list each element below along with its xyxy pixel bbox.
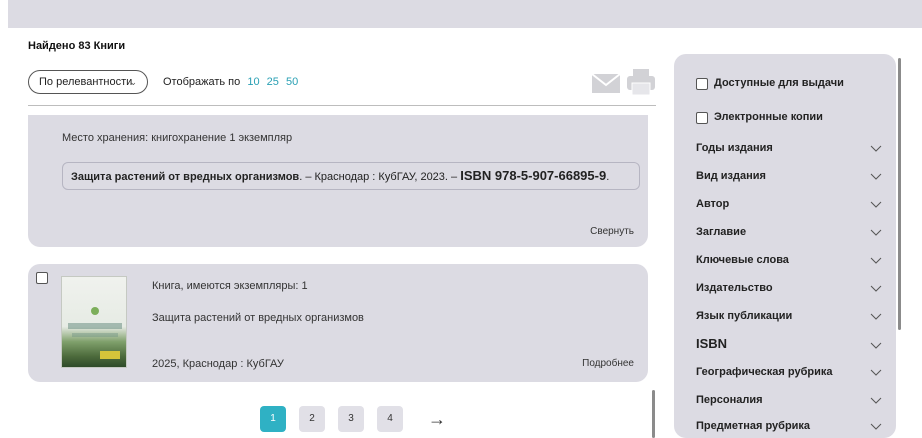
filter-group-label: Автор bbox=[696, 198, 730, 210]
filter-group-persona[interactable]: Персоналия bbox=[696, 394, 882, 412]
filter-group-label: Предметная рубрика bbox=[696, 420, 811, 432]
filters-panel: Доступные для выдачи Электронные копии Г… bbox=[674, 54, 896, 438]
filter-electronic-label: Электронные копии bbox=[714, 111, 823, 123]
filter-group-label: Язык публикации bbox=[696, 310, 793, 322]
filter-group-label: Географическая рубрика bbox=[696, 366, 833, 378]
chevron-down-icon bbox=[870, 285, 882, 292]
select-checkbox[interactable] bbox=[36, 272, 48, 284]
details-link[interactable]: Подробнее bbox=[582, 358, 634, 369]
filter-group-keywords[interactable]: Ключевые слова bbox=[696, 254, 882, 272]
result-card: Книга, имеются экземпляры: 1 Защита раст… bbox=[28, 264, 648, 382]
per-page-option-10[interactable]: 10 bbox=[247, 76, 259, 88]
cover-badge bbox=[100, 351, 120, 359]
sort-select-value: По релевантности bbox=[39, 76, 133, 88]
page-button-3[interactable]: 3 bbox=[338, 406, 364, 432]
filter-group-isbn[interactable]: ISBN bbox=[696, 336, 882, 354]
filters-scrollbar[interactable] bbox=[898, 58, 901, 330]
book-title[interactable]: Защита растений от вредных организмов bbox=[152, 312, 364, 324]
page-button-2[interactable]: 2 bbox=[299, 406, 325, 432]
chevron-down-icon bbox=[870, 369, 882, 376]
filter-group-label: Ключевые слова bbox=[696, 254, 789, 266]
filter-available-checkbox[interactable] bbox=[696, 78, 708, 90]
collapse-link[interactable]: Свернуть bbox=[590, 226, 634, 237]
per-page-option-50[interactable]: 50 bbox=[286, 76, 298, 88]
cover-subtitle-block bbox=[72, 333, 118, 337]
per-page-label: Отображать по bbox=[163, 76, 241, 88]
page-button-4[interactable]: 4 bbox=[377, 406, 403, 432]
filter-group-publisher[interactable]: Издательство bbox=[696, 282, 882, 300]
top-bar bbox=[8, 0, 922, 28]
filter-group-author[interactable]: Автор bbox=[696, 198, 882, 216]
expanded-result-card: Место хранения: книгохранение 1 экземпля… bbox=[28, 115, 648, 247]
chevron-down-icon bbox=[870, 229, 882, 236]
cover-logo bbox=[91, 307, 99, 315]
chevron-down-icon bbox=[870, 423, 882, 430]
citation-end: . bbox=[606, 171, 610, 183]
chevron-down-icon: ⌄ bbox=[129, 77, 137, 87]
filter-group-label: Издательство bbox=[696, 282, 773, 294]
citation-title: Защита растений от вредных организмов bbox=[71, 171, 300, 183]
filter-group-label: ISBN bbox=[696, 336, 728, 351]
print-icon[interactable] bbox=[626, 68, 656, 96]
filter-group-subject[interactable]: Предметная рубрика bbox=[696, 420, 882, 438]
chevron-down-icon bbox=[870, 257, 882, 264]
citation-isbn: ISBN 978-5-907-66895-9 bbox=[460, 168, 607, 183]
storage-info: Место хранения: книгохранение 1 экземпля… bbox=[62, 132, 293, 144]
results-count: Найдено 83 Книги bbox=[28, 40, 126, 52]
filter-group-title[interactable]: Заглавие bbox=[696, 226, 882, 244]
chevron-down-icon bbox=[870, 342, 882, 349]
book-kind: Книга, имеются экземпляры: 1 bbox=[152, 280, 308, 292]
filter-available-label: Доступные для выдачи bbox=[714, 77, 844, 89]
filter-group-label: Годы издания bbox=[696, 142, 773, 154]
per-page-option-25[interactable]: 25 bbox=[267, 76, 279, 88]
results-scrollbar[interactable] bbox=[652, 390, 655, 438]
filter-group-years[interactable]: Годы издания bbox=[696, 142, 882, 160]
chevron-down-icon bbox=[870, 397, 882, 404]
chevron-down-icon bbox=[870, 313, 882, 320]
filter-group-language[interactable]: Язык публикации bbox=[696, 310, 882, 328]
book-publication: 2025, Краснодар : КубГАУ bbox=[152, 358, 284, 370]
per-page-control: Отображать по 10 25 50 bbox=[163, 76, 298, 88]
page-button-1[interactable]: 1 bbox=[260, 406, 286, 432]
chevron-down-icon bbox=[870, 145, 882, 152]
chevron-down-icon bbox=[870, 173, 882, 180]
filter-group-label: Заглавие bbox=[696, 226, 747, 238]
toolbar-divider bbox=[28, 105, 656, 106]
cover-title-block bbox=[68, 323, 122, 329]
filter-group-label: Персоналия bbox=[696, 394, 763, 406]
citation-box: Защита растений от вредных организмов. –… bbox=[62, 162, 640, 190]
citation-details: . – Краснодар : КубГАУ, 2023. – bbox=[299, 171, 461, 183]
mail-icon[interactable] bbox=[591, 70, 621, 96]
filter-group-geography[interactable]: Географическая рубрика bbox=[696, 366, 882, 384]
filter-group-type[interactable]: Вид издания bbox=[696, 170, 882, 188]
book-cover-image[interactable] bbox=[61, 276, 127, 368]
sort-select[interactable]: По релевантности ⌄ bbox=[28, 70, 148, 94]
filter-electronic-checkbox[interactable] bbox=[696, 112, 708, 124]
filter-group-label: Вид издания bbox=[696, 170, 766, 182]
chevron-down-icon bbox=[870, 201, 882, 208]
next-page-arrow-icon[interactable]: → bbox=[428, 409, 446, 430]
